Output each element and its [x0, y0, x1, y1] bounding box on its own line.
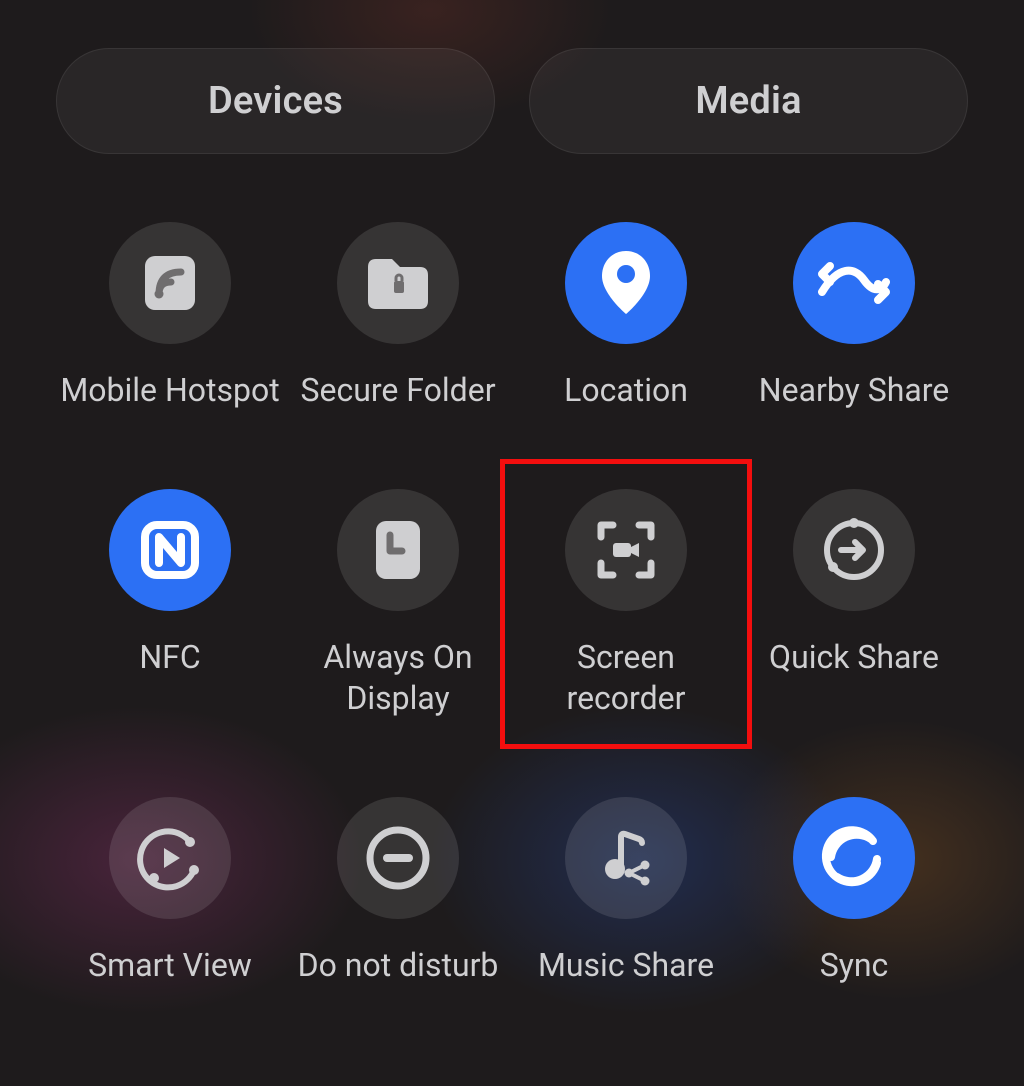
screen-recorder-icon: [565, 489, 687, 611]
top-button-row: Devices Media: [56, 48, 968, 154]
quick-share-icon: [793, 489, 915, 611]
tile-always-on-display[interactable]: Always On Display: [284, 489, 512, 719]
tile-smart-view[interactable]: Smart View: [56, 797, 284, 986]
tile-do-not-disturb[interactable]: Do not disturb: [284, 797, 512, 986]
always-on-display-icon: [337, 489, 459, 611]
quick-settings-panel: Devices Media Mobile Hotspot: [0, 0, 1024, 1086]
tile-sync[interactable]: Sync: [740, 797, 968, 986]
tile-label: Secure Folder: [300, 370, 495, 411]
tile-nearby-share[interactable]: Nearby Share: [740, 222, 968, 411]
tile-label: Always On Display: [288, 637, 508, 719]
tile-quick-share[interactable]: Quick Share: [740, 489, 968, 719]
smart-view-icon: [109, 797, 231, 919]
tile-nfc[interactable]: NFC: [56, 489, 284, 719]
tile-secure-folder[interactable]: Secure Folder: [284, 222, 512, 411]
tile-label: Nearby Share: [759, 370, 949, 411]
tile-label: Music Share: [538, 945, 714, 986]
do-not-disturb-icon: [337, 797, 459, 919]
nearby-share-icon: [793, 222, 915, 344]
mobile-hotspot-icon: [109, 222, 231, 344]
tile-label: Smart View: [88, 945, 252, 986]
quick-settings-grid: Mobile Hotspot Secure Folder Location: [56, 222, 968, 986]
tile-music-share[interactable]: Music Share: [512, 797, 740, 986]
nfc-icon: [109, 489, 231, 611]
tile-label: Screen recorder: [516, 637, 736, 719]
location-icon: [565, 222, 687, 344]
media-button[interactable]: Media: [529, 48, 968, 154]
tile-screen-recorder[interactable]: Screen recorder: [512, 489, 740, 719]
media-button-label: Media: [695, 79, 801, 123]
tile-label: Quick Share: [769, 637, 939, 678]
tile-label: Do not disturb: [298, 945, 499, 986]
sync-icon: [793, 797, 915, 919]
tile-label: Mobile Hotspot: [60, 370, 279, 411]
tile-label: NFC: [139, 637, 200, 678]
devices-button-label: Devices: [208, 79, 343, 123]
tile-mobile-hotspot[interactable]: Mobile Hotspot: [56, 222, 284, 411]
tile-location[interactable]: Location: [512, 222, 740, 411]
music-share-icon: [565, 797, 687, 919]
secure-folder-icon: [337, 222, 459, 344]
tile-label: Sync: [820, 945, 889, 986]
devices-button[interactable]: Devices: [56, 48, 495, 154]
tile-label: Location: [564, 370, 688, 411]
